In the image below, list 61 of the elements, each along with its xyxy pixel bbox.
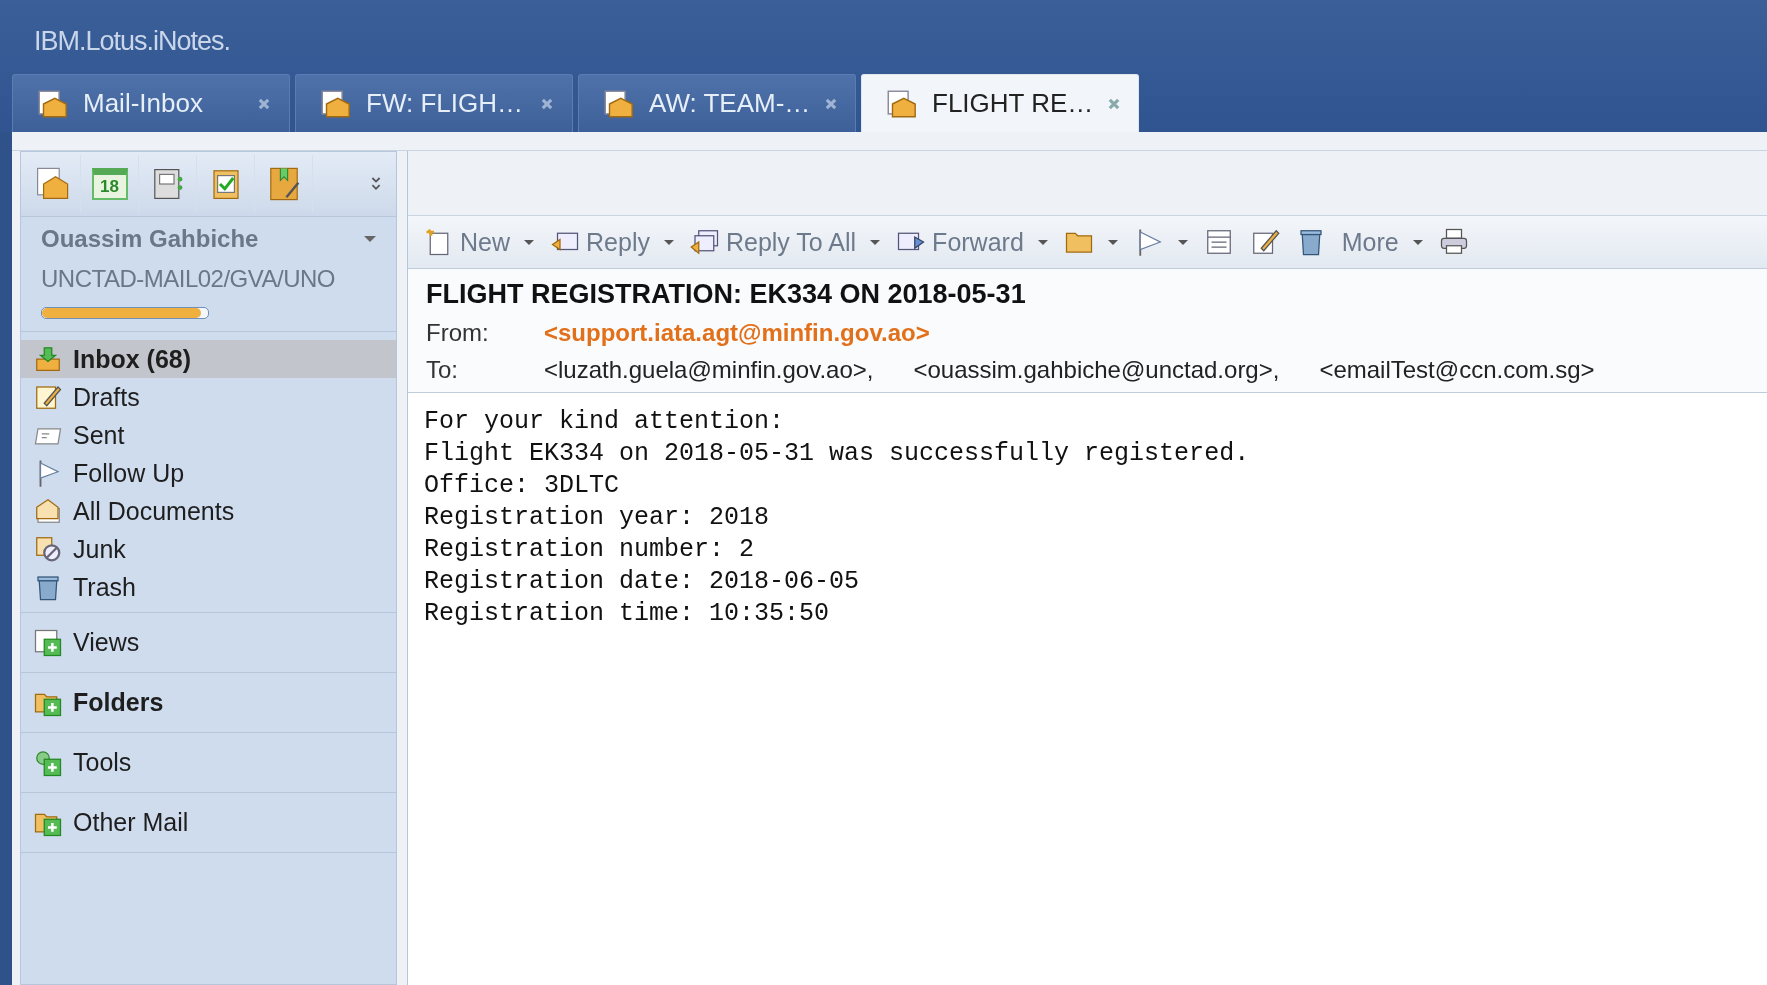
message-line: Registration number: 2 bbox=[424, 535, 756, 566]
section-label: Other Mail bbox=[73, 808, 189, 837]
toolbar-icon bbox=[689, 227, 720, 257]
expand-icon[interactable] bbox=[370, 175, 382, 193]
section-header[interactable]: Folders bbox=[21, 673, 396, 733]
message-line: Flight EK334 on 2018-05-31 was successfully registered. bbox=[424, 439, 1251, 470]
more-button[interactable]: More bbox=[1335, 220, 1429, 264]
close-icon[interactable] bbox=[1107, 96, 1122, 111]
reply-button[interactable]: Reply bbox=[544, 220, 680, 264]
reply-all-button[interactable]: Reply To All bbox=[683, 220, 887, 264]
caret-icon bbox=[1037, 239, 1048, 245]
server-name: UNCTAD-MAIL02/GVA/UNO bbox=[41, 265, 336, 293]
section-header[interactable]: Views bbox=[21, 613, 396, 673]
account-name: Ouassim Gahbiche bbox=[41, 225, 259, 253]
close-icon[interactable] bbox=[540, 96, 554, 111]
folder-item[interactable]: Drafts bbox=[21, 378, 396, 416]
message-line: Registration year: 2018 bbox=[424, 503, 771, 534]
caret-icon bbox=[1412, 239, 1423, 245]
folder-item[interactable]: Inbox (68) bbox=[21, 340, 396, 378]
section-header[interactable]: Other Mail bbox=[21, 793, 396, 853]
from-label: From: bbox=[426, 319, 490, 347]
section-label: Tools bbox=[73, 748, 132, 777]
message-line: Registration date: 2018-06-05 bbox=[424, 567, 861, 598]
to-label: To: bbox=[426, 356, 459, 384]
folder-item[interactable]: Sent bbox=[21, 416, 396, 454]
message-line: Office: 3DLTC bbox=[424, 471, 621, 502]
caret-icon bbox=[870, 239, 881, 245]
window-plus-icon bbox=[33, 627, 63, 658]
section-header[interactable]: Tools bbox=[21, 733, 396, 793]
caret-icon bbox=[1177, 239, 1188, 245]
close-icon[interactable] bbox=[257, 96, 271, 111]
caret-icon bbox=[524, 239, 534, 245]
toolbar-icon bbox=[1438, 227, 1469, 257]
close-icon[interactable] bbox=[824, 96, 839, 111]
recipient-address: <emailTest@ccn.com.sg> bbox=[1319, 356, 1595, 384]
recipient-address: <ouassim.gahbiche@unctad.org>, bbox=[913, 356, 1280, 384]
folder-item[interactable]: Junk bbox=[21, 530, 396, 568]
message-line: Registration time: 10:35:50 bbox=[424, 599, 831, 630]
recipient-address: <luzath.guela@minfin.gov.ao>, bbox=[544, 356, 874, 384]
caret-icon[interactable] bbox=[364, 236, 376, 242]
envelope-stack-icon bbox=[33, 496, 63, 526]
tab[interactable]: Mail-Inbox bbox=[12, 74, 290, 132]
forward-button[interactable]: Forward bbox=[890, 220, 1054, 264]
message-subject: FLIGHT REGISTRATION: EK334 ON 2018-05-31 bbox=[426, 279, 1027, 310]
tab[interactable]: FW: FLIGH… bbox=[295, 74, 573, 132]
folder-item[interactable]: Trash bbox=[21, 568, 396, 606]
section-label: Folders bbox=[73, 688, 164, 717]
new-button[interactable]: New bbox=[418, 220, 540, 264]
tab[interactable]: AW: TEAM-… bbox=[578, 74, 856, 132]
folder-item[interactable]: Follow Up bbox=[21, 454, 396, 492]
caret-icon bbox=[1107, 239, 1118, 245]
message-line: For your kind attention: bbox=[424, 407, 786, 438]
inbox-tray-icon bbox=[33, 344, 63, 374]
calendar-button[interactable]: 18 bbox=[81, 155, 139, 213]
calendar-icon: 18 bbox=[91, 168, 128, 200]
caret-icon bbox=[663, 239, 674, 245]
app-title: IBM.Lotus.iNotes. bbox=[33, 24, 232, 58]
section-label: Views bbox=[73, 628, 140, 657]
no-sign-icon bbox=[33, 534, 63, 564]
folder-item[interactable]: All Documents bbox=[21, 492, 396, 530]
tab[interactable]: FLIGHT RE… bbox=[861, 74, 1139, 132]
